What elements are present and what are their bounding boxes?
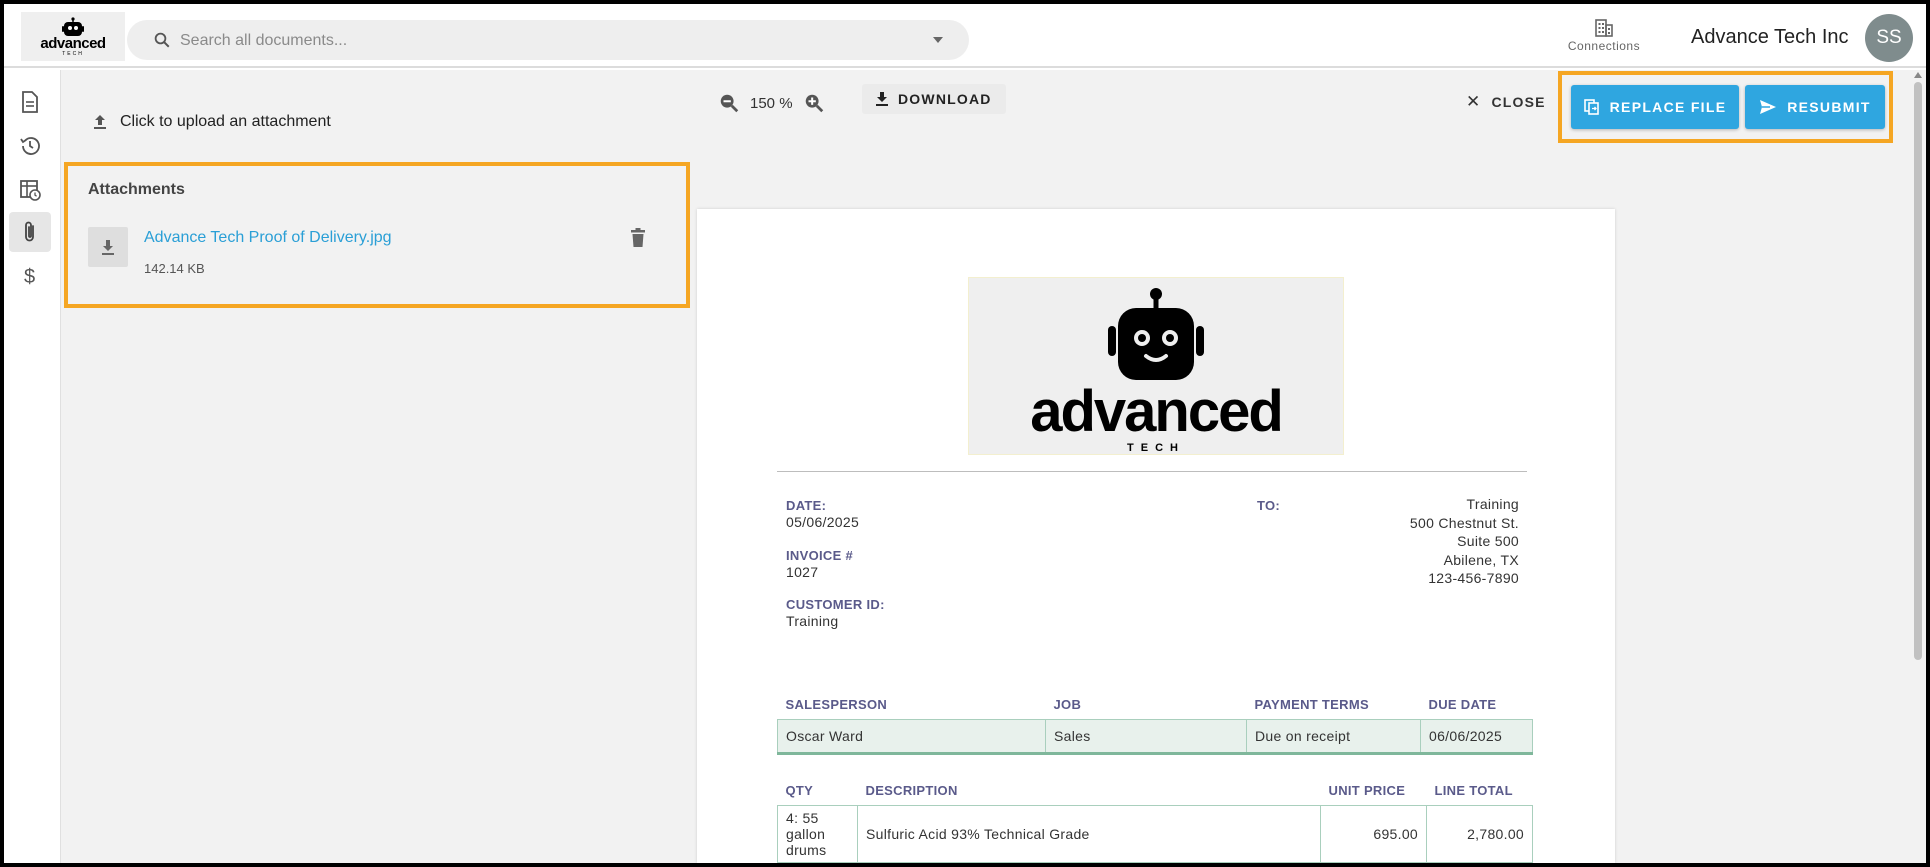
app-logo[interactable]: advanced TECH xyxy=(21,12,125,61)
table-cell: Oscar Ward xyxy=(777,719,1046,755)
table-clock-icon xyxy=(20,180,41,201)
table-cell: 06/06/2025 xyxy=(1420,719,1533,755)
line-items-table: QTY DESCRIPTION UNIT PRICE LINE TOTAL 4:… xyxy=(777,775,1533,863)
address-line: Suite 500 xyxy=(1457,533,1519,549)
table-row: Oscar Ward Sales Due on receipt 06/06/20… xyxy=(777,719,1533,755)
close-button[interactable]: ✕ CLOSE xyxy=(1466,92,1546,112)
company-name[interactable]: Advance Tech Inc xyxy=(1691,26,1849,49)
upload-label: Click to upload an attachment xyxy=(120,113,331,130)
close-icon: ✕ xyxy=(1466,92,1482,111)
attachments-panel: Attachments Advance Tech Proof of Delive… xyxy=(64,162,690,308)
invoice-logo-subtext: TECH xyxy=(1127,442,1185,454)
address-line: 500 Chestnut St. xyxy=(1409,514,1519,531)
search-input[interactable] xyxy=(178,28,922,54)
invoice-logo-wordmark: advanced xyxy=(1030,379,1284,444)
scroll-up-arrow-icon[interactable] xyxy=(1914,72,1922,78)
attachment-size: 142.14 KB xyxy=(144,261,205,276)
attachment-link[interactable]: Advance Tech Proof of Delivery.jpg xyxy=(144,229,392,247)
robot-logo-icon xyxy=(62,16,84,36)
table-cell: 695.00 xyxy=(1320,805,1427,863)
table-cell: Sales xyxy=(1045,719,1247,755)
replace-file-label: REPLACE FILE xyxy=(1609,99,1727,115)
download-button[interactable]: DOWNLOAD xyxy=(862,84,1006,114)
date-value: 05/06/2025 xyxy=(786,514,860,530)
scrollbar[interactable] xyxy=(1911,70,1926,863)
replace-file-button[interactable]: REPLACE FILE xyxy=(1571,85,1739,129)
customer-id-value: Training xyxy=(786,613,839,629)
column-header: UNIT PRICE xyxy=(1328,782,1406,798)
column-header: QTY xyxy=(785,782,814,798)
connections-label: Connections xyxy=(1567,39,1641,53)
sidebar-item-history[interactable] xyxy=(9,126,51,166)
invoice-preview: advanced TECH DATE: 05/06/2025 INVOICE #… xyxy=(697,209,1615,863)
download-attachment-button[interactable] xyxy=(88,227,128,267)
table-cell: Sulfuric Acid 93% Technical Grade xyxy=(857,805,1321,863)
zoom-out-icon[interactable] xyxy=(718,92,740,114)
column-header: PAYMENT TERMS xyxy=(1254,696,1369,712)
sidebar-item-billing[interactable]: $ xyxy=(9,256,51,296)
building-icon xyxy=(1595,19,1613,37)
upload-attachment-button[interactable]: Click to upload an attachment xyxy=(92,113,331,131)
table-cell: Due on receipt xyxy=(1246,719,1421,755)
column-header: SALESPERSON xyxy=(785,696,888,712)
sidebar-item-schedule[interactable] xyxy=(9,170,51,210)
invoice-logo: advanced TECH xyxy=(968,277,1344,455)
dollar-icon: $ xyxy=(24,266,35,288)
download-label: DOWNLOAD xyxy=(898,91,992,107)
document-icon xyxy=(22,91,38,113)
robot-logo-icon xyxy=(1108,288,1204,380)
history-icon xyxy=(20,137,40,155)
column-header: DESCRIPTION xyxy=(865,782,958,798)
table-header-row: QTY DESCRIPTION UNIT PRICE LINE TOTAL xyxy=(778,775,1533,806)
sidebar-item-attachments[interactable] xyxy=(9,212,51,252)
sidebar: $ xyxy=(4,70,61,863)
column-header: DUE DATE xyxy=(1428,696,1497,712)
paperclip-icon xyxy=(25,221,34,242)
date-label: DATE: xyxy=(786,498,827,513)
table-cell: 2,780.00 xyxy=(1426,805,1533,863)
zoom-controls: 150 % xyxy=(718,92,825,114)
delete-attachment-button[interactable] xyxy=(630,228,646,253)
sales-table: SALESPERSON JOB PAYMENT TERMS DUE DATE O… xyxy=(777,689,1533,755)
sidebar-item-document[interactable] xyxy=(9,82,51,122)
invoice-number-label: INVOICE # xyxy=(786,548,853,563)
send-icon xyxy=(1760,100,1777,114)
document-actions: REPLACE FILE RESUBMIT xyxy=(1558,71,1893,143)
customer-id-label: CUSTOMER ID: xyxy=(786,597,885,612)
replace-file-icon xyxy=(1583,99,1599,115)
upload-icon xyxy=(94,115,106,129)
table-cell: 4: 55 gallon drums xyxy=(777,805,858,863)
zoom-in-icon[interactable] xyxy=(803,92,825,114)
top-bar: advanced TECH Connections Advance Tech I… xyxy=(4,4,1926,68)
address-line: 123-456-7890 xyxy=(1428,570,1519,586)
attachments-title: Attachments xyxy=(88,181,185,198)
resubmit-button[interactable]: RESUBMIT xyxy=(1745,85,1885,129)
search-bar[interactable] xyxy=(127,20,969,60)
avatar[interactable]: SS xyxy=(1865,14,1913,62)
divider xyxy=(777,471,1527,472)
resubmit-label: RESUBMIT xyxy=(1787,99,1871,115)
logo-subtext: TECH xyxy=(62,50,84,57)
table-row: 4: 55 gallon drums Sulfuric Acid 93% Tec… xyxy=(777,805,1533,863)
download-icon xyxy=(876,92,888,106)
connections-button[interactable]: Connections xyxy=(1564,19,1644,53)
invoice-number-value: 1027 xyxy=(786,564,819,580)
download-icon xyxy=(102,240,114,255)
address-line: Abilene, TX xyxy=(1443,551,1519,568)
table-header-row: SALESPERSON JOB PAYMENT TERMS DUE DATE xyxy=(778,689,1533,720)
trash-icon xyxy=(631,228,645,247)
svg-text:$: $ xyxy=(24,266,35,288)
close-label: CLOSE xyxy=(1491,94,1546,110)
column-header: JOB xyxy=(1053,696,1082,712)
to-label: TO: xyxy=(1257,498,1281,513)
address-line: Training xyxy=(1466,496,1519,512)
column-header: LINE TOTAL xyxy=(1434,782,1513,798)
logo-wordmark: advanced xyxy=(40,34,106,52)
scrollbar-thumb[interactable] xyxy=(1914,82,1922,660)
zoom-level: 150 % xyxy=(750,94,793,112)
chevron-down-icon[interactable] xyxy=(933,37,943,43)
search-icon xyxy=(154,32,170,48)
bill-to-address: Training 500 Chestnut St. Suite 500 Abil… xyxy=(1410,495,1519,588)
